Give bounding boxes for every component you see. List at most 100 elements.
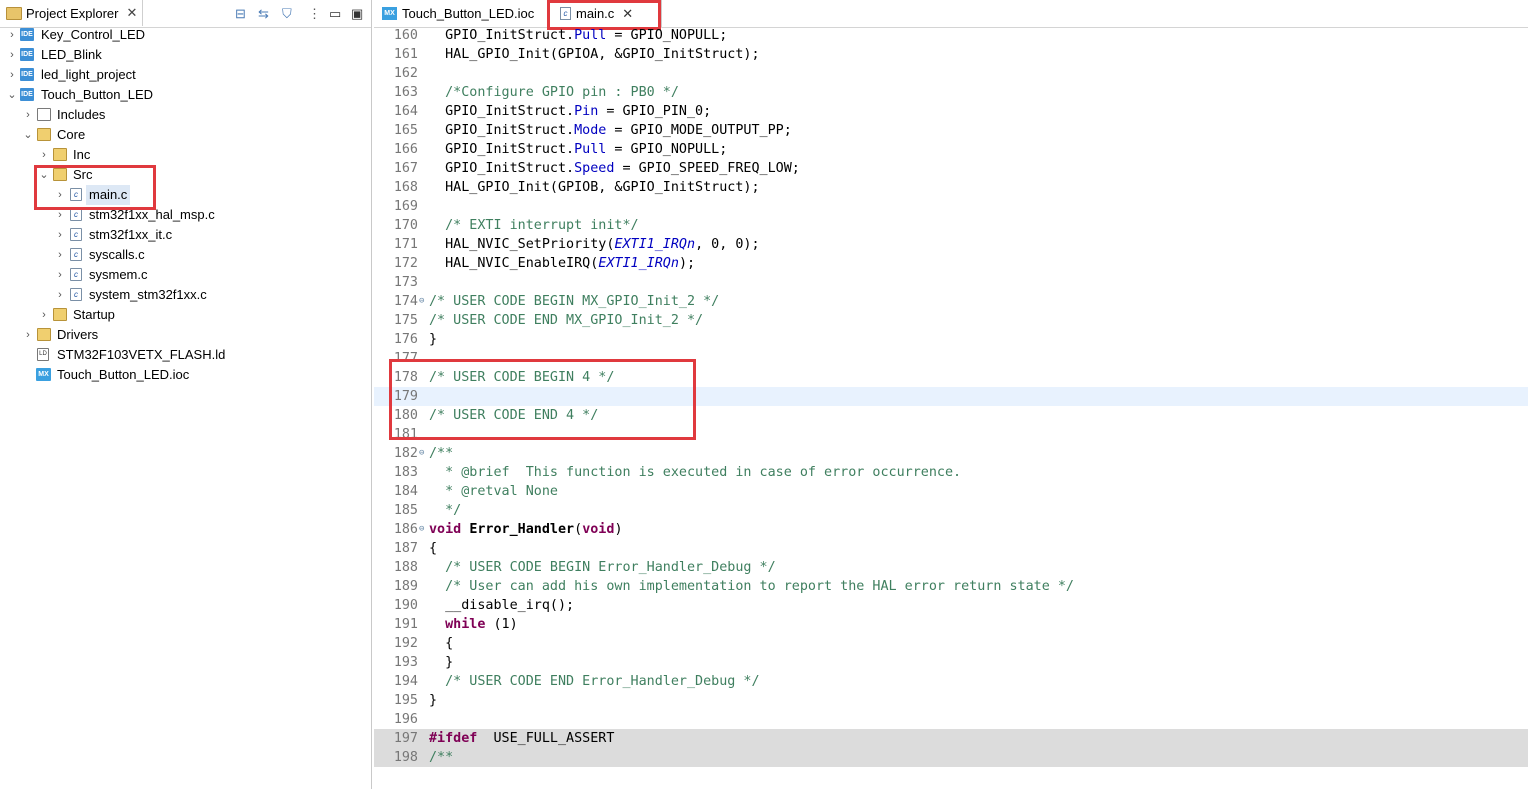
chevron-right-icon[interactable]: › [22,105,34,125]
tree-item-label: Startup [73,307,115,322]
code-line[interactable]: 190 __disable_irq(); [374,596,1528,615]
code-line[interactable]: 173 [374,273,1528,292]
code-line[interactable]: 191 while (1) [374,615,1528,634]
code-text: HAL_GPIO_Init(GPIOA, &GPIO_InitStruct); [429,47,760,62]
view-menu-icon[interactable]: ⋮ [308,6,321,22]
code-line[interactable]: 179 [374,387,1528,406]
code-line[interactable]: 182 ⊖ /** [374,444,1528,463]
code-line[interactable]: 172 HAL_NVIC_EnableIRQ(EXTI1_IRQn); [374,254,1528,273]
maximize-icon[interactable]: ▣ [351,6,363,22]
chevron-right-icon[interactable]: › [54,245,66,265]
close-icon[interactable]: ✕ [622,6,633,22]
chevron-right-icon[interactable]: › [54,265,66,285]
chevron-right-icon[interactable]: › [54,185,66,205]
filter-icon[interactable]: ⛉ [282,6,292,22]
code-line[interactable]: 169 [374,197,1528,216]
tree-item-system-stm32[interactable]: › c system_stm32f1xx.c [0,285,371,305]
chevron-right-icon[interactable]: › [6,25,18,45]
code-text: * @retval None [429,484,558,499]
tab-touch-button-led-ioc[interactable]: MX Touch_Button_LED.ioc [374,0,546,26]
tree-item-sysmem[interactable]: › c sysmem.c [0,265,371,285]
code-line[interactable]: 160 GPIO_InitStruct.Pull = GPIO_NOPULL; [374,27,1528,45]
chevron-right-icon[interactable]: › [54,225,66,245]
code-line[interactable]: 175 /* USER CODE END MX_GPIO_Init_2 */ [374,311,1528,330]
close-icon[interactable]: ✕ [126,5,137,21]
tree-item-touch-button-led[interactable]: ⌄ IDE Touch_Button_LED [0,85,371,105]
code-text: HAL_NVIC_EnableIRQ(EXTI1_IRQn); [429,256,696,271]
code-line[interactable]: 178 /* USER CODE BEGIN 4 */ [374,368,1528,387]
code-editor[interactable]: 160 GPIO_InitStruct.Pull = GPIO_NOPULL; 1… [374,27,1528,789]
code-line[interactable]: 165 GPIO_InitStruct.Mode = GPIO_MODE_OUT… [374,121,1528,140]
chevron-down-icon[interactable]: ⌄ [22,125,34,145]
code-line[interactable]: 192 { [374,634,1528,653]
tree-item-led-light-project[interactable]: › IDE led_light_project [0,65,371,85]
folder-icon [37,328,51,341]
tree-item-it[interactable]: › c stm32f1xx_it.c [0,225,371,245]
chevron-right-icon[interactable]: › [6,65,18,85]
chevron-down-icon[interactable]: ⌄ [38,165,50,185]
code-line[interactable]: 189 /* User can add his own implementati… [374,577,1528,596]
chevron-right-icon[interactable]: › [38,305,50,325]
code-line[interactable]: 193 } [374,653,1528,672]
code-line[interactable]: 161 HAL_GPIO_Init(GPIOA, &GPIO_InitStruc… [374,45,1528,64]
code-line[interactable]: 197 #ifdef USE_FULL_ASSERT [374,729,1528,748]
folder-icon [53,168,67,181]
code-line[interactable]: 163 /*Configure GPIO pin : PB0 */ [374,83,1528,102]
tree-item-ioc[interactable]: MX Touch_Button_LED.ioc [0,365,371,385]
line-number: 189 [393,579,418,594]
tree-item-led-blink[interactable]: › IDE LED_Blink [0,45,371,65]
code-line[interactable]: 166 GPIO_InitStruct.Pull = GPIO_NOPULL; [374,140,1528,159]
fold-toggle-icon[interactable]: ⊖ [419,520,424,539]
code-line[interactable]: 177 [374,349,1528,368]
c-file-icon: c [70,228,82,241]
tree-item-hal-msp[interactable]: › c stm32f1xx_hal_msp.c [0,205,371,225]
code-line[interactable]: 171 HAL_NVIC_SetPriority(EXTI1_IRQn, 0, … [374,235,1528,254]
tree-item-core[interactable]: ⌄ Core [0,125,371,145]
code-line[interactable]: 186 ⊖ void Error_Handler(void) [374,520,1528,539]
code-line[interactable]: 198 /** [374,748,1528,767]
code-text: GPIO_InitStruct.Mode = GPIO_MODE_OUTPUT_… [429,123,792,138]
project-explorer-tab[interactable]: Project Explorer ✕ [0,0,143,26]
code-line[interactable]: 194 /* USER CODE END Error_Handler_Debug… [374,672,1528,691]
line-number: 182 [393,446,418,461]
code-line[interactable]: 196 [374,710,1528,729]
code-line[interactable]: 183 * @brief This function is executed i… [374,463,1528,482]
tree-item-drivers[interactable]: › Drivers [0,325,371,345]
tree-item-syscalls[interactable]: › c syscalls.c [0,245,371,265]
chevron-right-icon[interactable]: › [6,45,18,65]
tree-item-key-control-led[interactable]: › IDE Key_Control_LED [0,25,371,45]
chevron-right-icon[interactable]: › [54,285,66,305]
code-line[interactable]: 176} [374,330,1528,349]
chevron-down-icon[interactable]: ⌄ [6,85,18,105]
fold-toggle-icon[interactable]: ⊖ [419,444,424,463]
chevron-right-icon[interactable]: › [38,145,50,165]
code-line[interactable]: 167 GPIO_InitStruct.Speed = GPIO_SPEED_F… [374,159,1528,178]
code-line[interactable]: 188 /* USER CODE BEGIN Error_Handler_Deb… [374,558,1528,577]
tree-item-main-c[interactable]: › c main.c [0,185,371,205]
fold-toggle-icon[interactable]: ⊖ [419,292,424,311]
code-line[interactable]: 185 */ [374,501,1528,520]
code-line[interactable]: 195} [374,691,1528,710]
line-number: 166 [393,142,418,157]
tree-item-includes[interactable]: › Includes [0,105,371,125]
editor-tabs: MX Touch_Button_LED.ioc c main.c ✕ [374,0,1528,30]
code-line[interactable]: 174 ⊖ /* USER CODE BEGIN MX_GPIO_Init_2 */ [374,292,1528,311]
tab-main-c[interactable]: c main.c ✕ [547,0,662,27]
tree-item-startup[interactable]: › Startup [0,305,371,325]
link-with-editor-icon[interactable]: ⇆ [258,6,269,22]
minimize-icon[interactable]: ▭ [329,6,341,22]
collapse-all-icon[interactable]: ⊟ [235,6,246,22]
tree-item-linker-script[interactable]: LD STM32F103VETX_FLASH.ld [0,345,371,365]
tree-item-src[interactable]: ⌄ Src [0,165,371,185]
code-line[interactable]: 187 { [374,539,1528,558]
code-line[interactable]: 168 HAL_GPIO_Init(GPIOB, &GPIO_InitStruc… [374,178,1528,197]
code-line[interactable]: 170 /* EXTI interrupt init*/ [374,216,1528,235]
code-line[interactable]: 184 * @retval None [374,482,1528,501]
tree-item-inc[interactable]: › Inc [0,145,371,165]
code-line[interactable]: 181 [374,425,1528,444]
chevron-right-icon[interactable]: › [54,205,66,225]
chevron-right-icon[interactable]: › [22,325,34,345]
code-line[interactable]: 164 GPIO_InitStruct.Pin = GPIO_PIN_0; [374,102,1528,121]
code-line[interactable]: 162 [374,64,1528,83]
code-line[interactable]: 180 /* USER CODE END 4 */ [374,406,1528,425]
